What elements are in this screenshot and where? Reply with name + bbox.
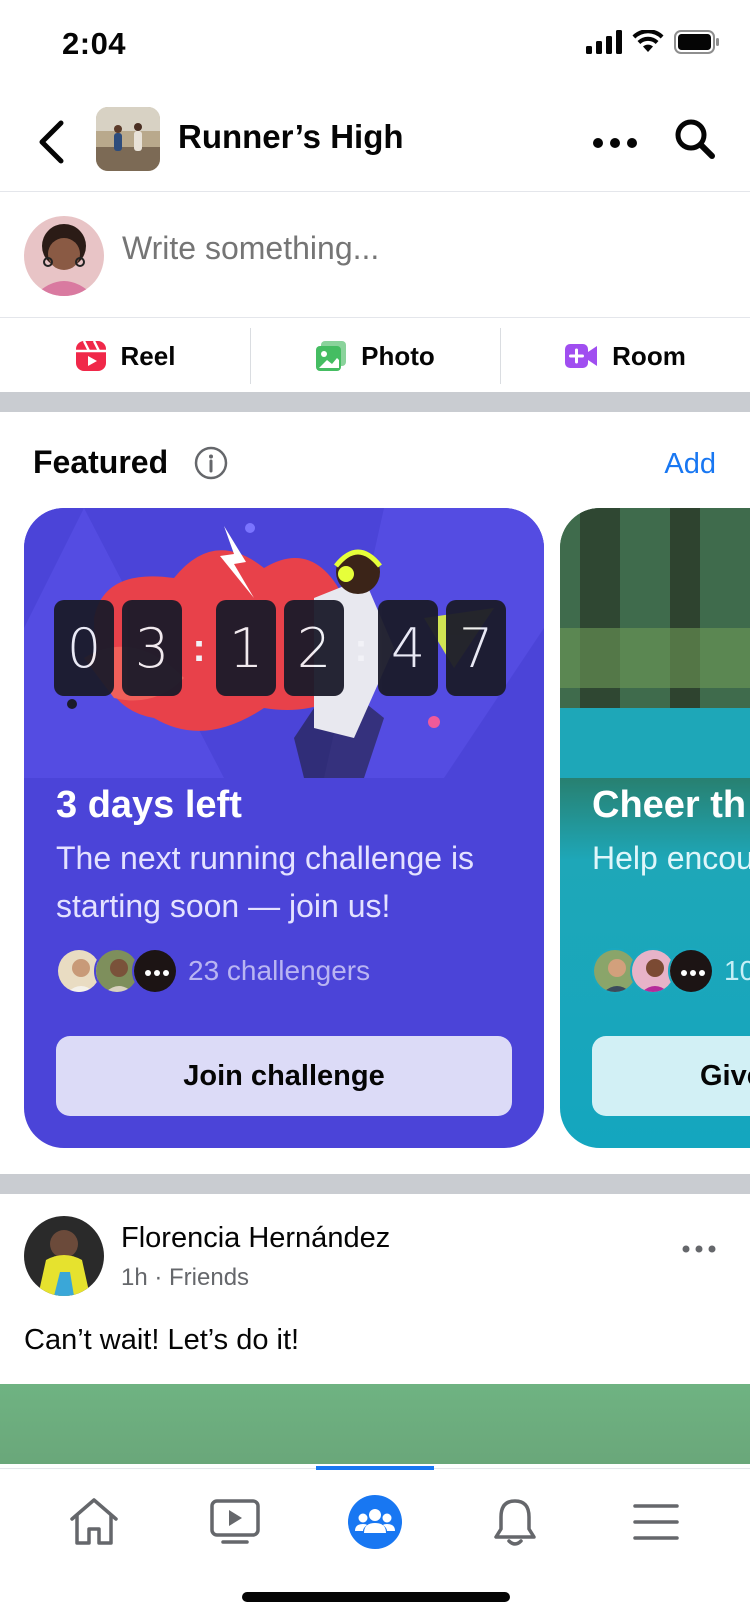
room-button[interactable]: Room: [500, 320, 750, 392]
more-options-button[interactable]: [590, 118, 640, 168]
post-more-button[interactable]: [674, 1234, 724, 1264]
nav-groups[interactable]: [335, 1487, 415, 1557]
challenge-card[interactable]: 0 3 : 1 2 : 4 7 3 days left The next run…: [24, 508, 544, 1148]
card-subtitle: The next running challenge is starting s…: [56, 840, 475, 924]
cheer-card-heading: Cheer th: [592, 784, 747, 826]
active-tab-indicator: [316, 1466, 434, 1470]
bell-icon: [494, 1499, 537, 1546]
more-icon: [682, 1245, 716, 1253]
status-time: 2:04: [62, 26, 127, 61]
search-button[interactable]: [670, 114, 720, 164]
photo-button[interactable]: Photo: [250, 320, 500, 392]
photo-label: Photo: [361, 340, 435, 371]
countdown-digit: 1: [216, 600, 276, 696]
nav-menu[interactable]: [616, 1487, 696, 1557]
countdown-digit: 7: [446, 600, 506, 696]
more-challengers-avatar: [132, 948, 178, 994]
give-button[interactable]: Give: [592, 1036, 750, 1116]
room-label: Room: [612, 340, 686, 371]
avatar-image: [24, 216, 104, 296]
home-indicator: [242, 1592, 510, 1602]
nav-notifications[interactable]: [475, 1487, 555, 1557]
photo-icon: [316, 341, 347, 371]
room-icon: [565, 344, 598, 368]
more-icon: [593, 138, 637, 148]
countdown-separator: :: [354, 625, 368, 670]
cheer-card[interactable]: Cheer th Help encou throughout 10 Give: [560, 508, 750, 1148]
menu-icon: [633, 1504, 679, 1540]
countdown-timer: 0 3 : 1 2 : 4 7: [54, 600, 506, 696]
video-icon: [209, 1499, 260, 1544]
home-icon: [70, 1498, 118, 1545]
groups-icon: [347, 1495, 402, 1549]
section-divider: [0, 1174, 750, 1194]
user-avatar[interactable]: [24, 216, 104, 296]
more-participants-avatar: [668, 948, 714, 994]
countdown-digit: 3: [122, 600, 182, 696]
group-photo: [96, 107, 160, 171]
forest-photo: [560, 508, 750, 778]
wifi-icon: [632, 30, 664, 52]
back-button[interactable]: [26, 112, 76, 172]
composer-actions: Reel Photo Room: [0, 320, 750, 392]
participants-count: 10: [724, 955, 750, 986]
post-author-name[interactable]: Florencia Hernández: [121, 1222, 390, 1255]
nav-home[interactable]: [54, 1487, 134, 1557]
card-heading: 3 days left: [56, 784, 242, 826]
countdown-digit: 2: [284, 600, 344, 696]
search-icon: [675, 119, 715, 159]
section-divider: [0, 392, 750, 412]
write-something-input[interactable]: [122, 230, 682, 267]
nav-video[interactable]: [195, 1487, 275, 1557]
group-header: Runner’s High: [0, 92, 750, 192]
challengers-count: 23 challengers: [188, 955, 371, 986]
signal-icon: [586, 30, 622, 54]
group-thumbnail[interactable]: [96, 107, 160, 171]
reel-button[interactable]: Reel: [0, 320, 250, 392]
post-image[interactable]: [0, 1384, 750, 1464]
status-bar: 2:04: [0, 0, 750, 90]
challengers-row[interactable]: 23 challengers: [56, 948, 370, 994]
post-author-avatar[interactable]: [24, 1216, 104, 1296]
featured-title: Featured: [33, 444, 169, 480]
post-text: Can’t wait! Let’s do it!: [24, 1324, 300, 1356]
post-meta: 1h · Friends: [121, 1264, 250, 1291]
chevron-left-icon: [39, 120, 64, 164]
countdown-digit: 4: [378, 600, 438, 696]
reel-label: Reel: [120, 340, 176, 371]
countdown-separator: :: [192, 625, 206, 670]
cheer-participants: 10: [592, 948, 750, 994]
join-challenge-button[interactable]: Join challenge: [56, 1036, 512, 1116]
reel-icon: [75, 340, 106, 371]
group-title[interactable]: Runner’s High: [178, 118, 404, 156]
post-composer: [0, 192, 750, 318]
cheer-card-subtitle: Help encou throughout: [592, 840, 750, 876]
featured-section: Featured Add 0 3 : 1 2: 4 7 3 days left…: [0, 412, 750, 1174]
countdown-digit: 0: [54, 600, 114, 696]
status-icons: [586, 30, 720, 54]
add-featured-link[interactable]: Add: [664, 448, 716, 481]
battery-icon: [674, 30, 719, 54]
author-photo: [24, 1216, 104, 1296]
feed-post: Florencia Hernández 1h · Friends Can’t w…: [0, 1194, 750, 1464]
info-icon[interactable]: [194, 446, 228, 480]
